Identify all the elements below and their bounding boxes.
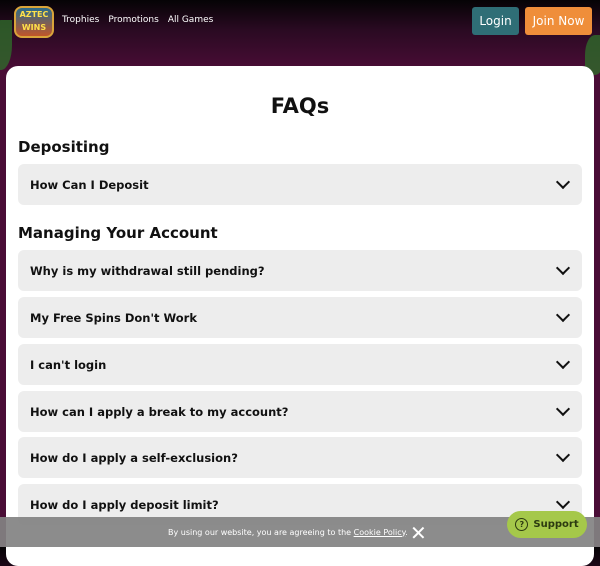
faq-item[interactable]: How Can I Deposit [18,164,582,205]
chevron-down-icon [555,447,571,463]
close-icon[interactable]: ✕ [410,521,427,545]
logo[interactable]: AZTEC WINS [14,6,54,38]
chevron-down-icon [555,494,571,510]
header: AZTEC WINS Trophies Promotions All Games … [0,0,600,66]
faq-question: Why is my withdrawal still pending? [30,263,265,278]
chevron-down-icon [555,260,571,276]
faq-item[interactable]: How do I apply a self-exclusion? [18,437,582,478]
question-circle-icon: ? [515,518,529,531]
login-button[interactable]: Login [472,7,519,35]
cookie-text: By using our website, you are agreeing t… [168,528,408,537]
page-title: FAQs [270,94,330,118]
section-heading: Managing Your Account [18,224,218,242]
faq-question: How Can I Deposit [30,177,149,192]
faq-item[interactable]: I can't login [18,344,582,385]
nav-trophies[interactable]: Trophies [62,15,99,25]
chevron-down-icon [555,401,571,417]
nav-all-games[interactable]: All Games [168,15,214,25]
cookie-policy-link[interactable]: Cookie Policy [354,528,406,537]
faq-question: How can I apply a break to my account? [30,404,289,419]
join-now-button[interactable]: Join Now [525,7,592,35]
support-button[interactable]: ? Support [507,511,587,538]
chevron-down-icon [555,174,571,190]
faq-question: My Free Spins Don't Work [30,310,197,325]
chevron-down-icon [555,354,571,370]
main-nav: Trophies Promotions All Games [62,15,213,25]
nav-promotions[interactable]: Promotions [108,15,158,25]
cookie-period: . [405,527,408,537]
faq-item[interactable]: Why is my withdrawal still pending? [18,250,582,291]
cookie-message: By using our website, you are agreeing t… [168,527,354,537]
faq-question: How do I apply deposit limit? [30,497,219,512]
support-label: Support [533,519,579,530]
section-heading: Depositing [18,138,110,156]
chevron-down-icon [555,307,571,323]
faq-question: How do I apply a self-exclusion? [30,450,238,465]
faq-item[interactable]: My Free Spins Don't Work [18,297,582,338]
faq-question: I can't login [30,357,107,372]
faq-item[interactable]: How can I apply a break to my account? [18,391,582,432]
